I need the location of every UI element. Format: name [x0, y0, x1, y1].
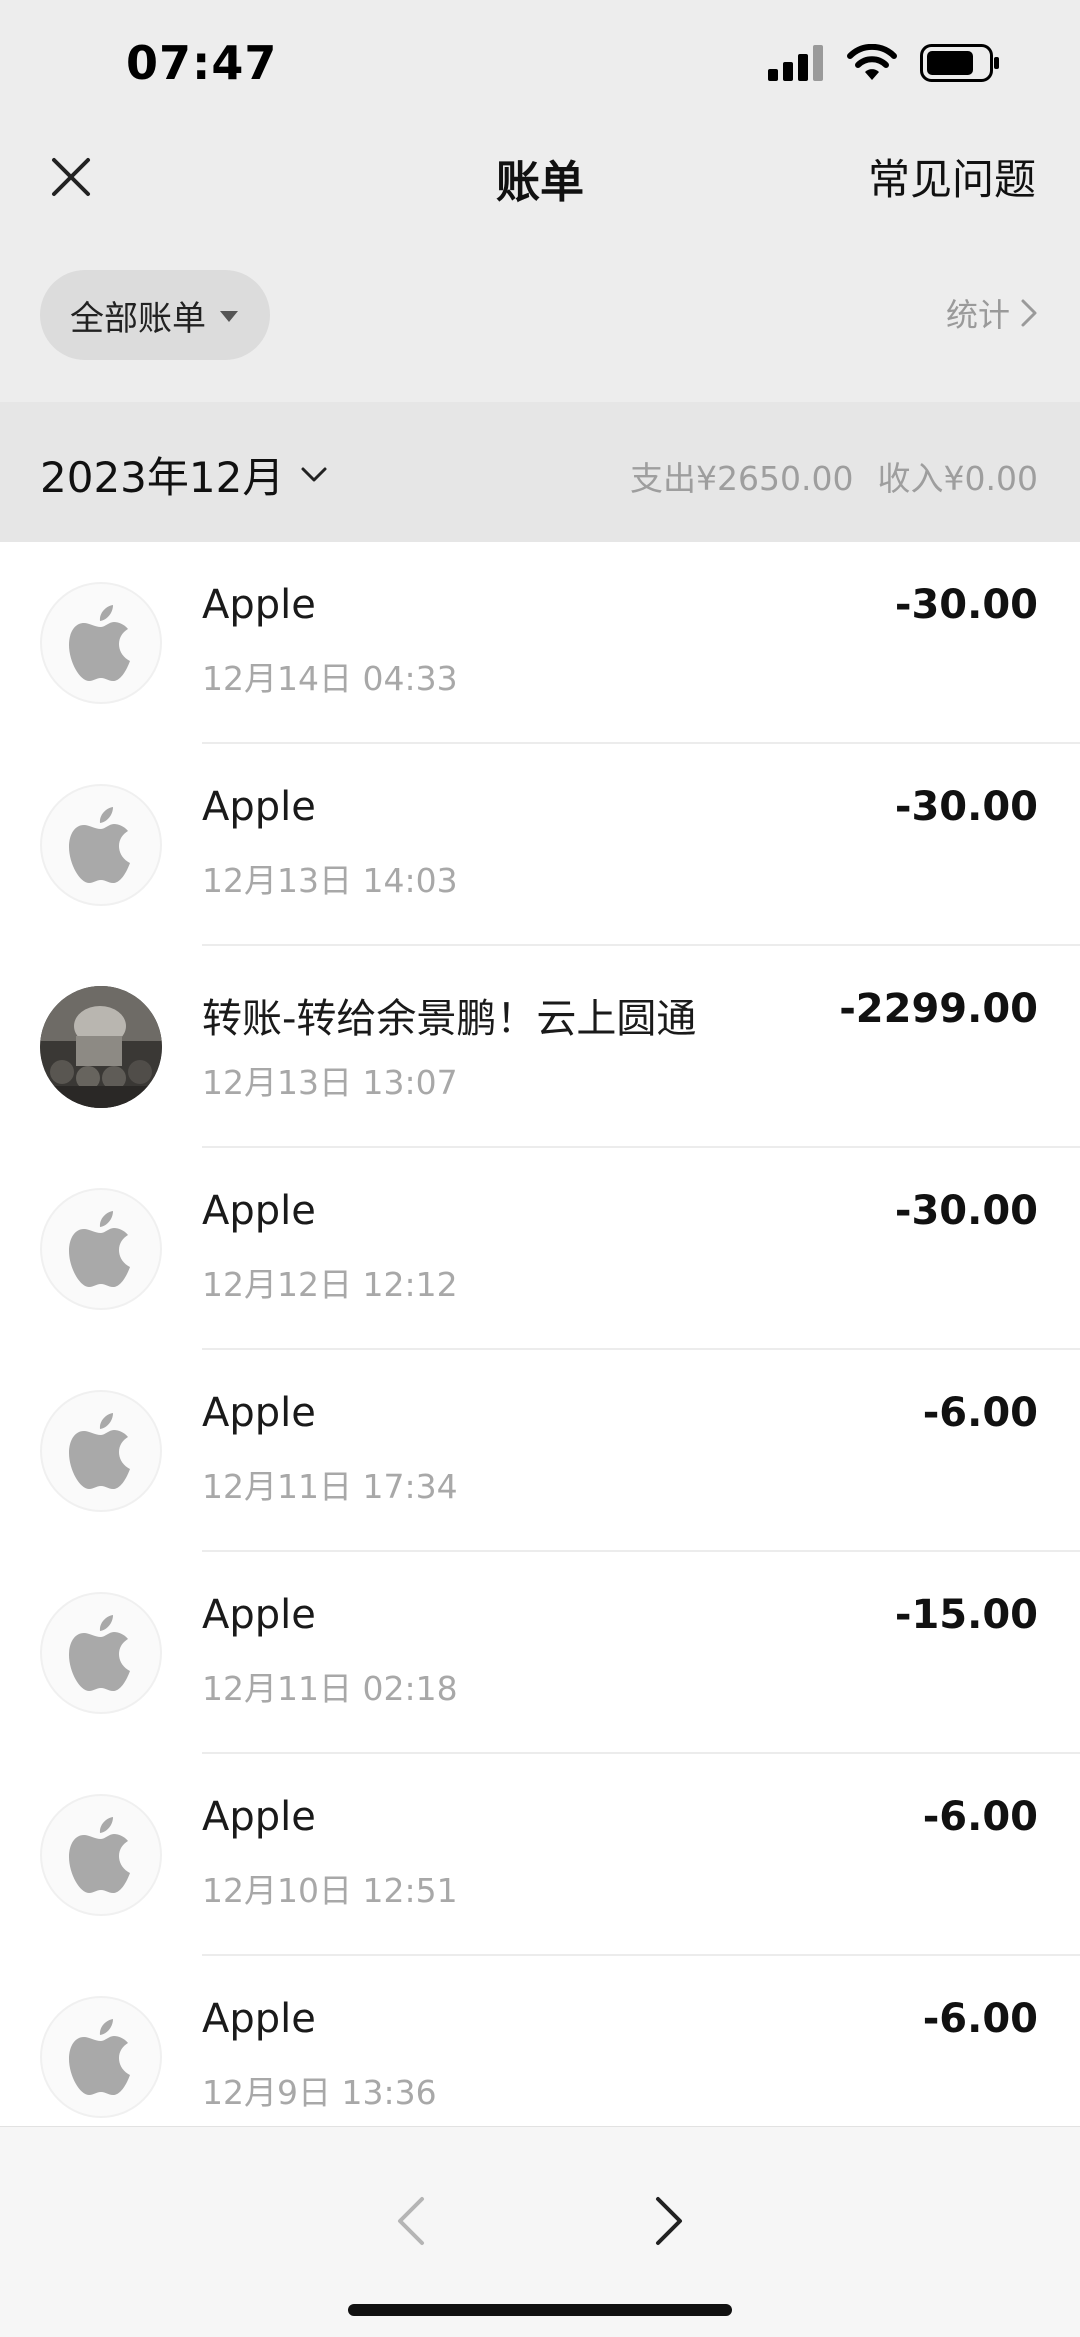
chevron-right-icon: [1021, 299, 1037, 327]
transaction-amount: -6.00: [922, 1996, 1038, 2042]
merchant-avatar: [40, 1794, 162, 1916]
income-total: 收入¥0.00: [877, 459, 1038, 498]
transaction-amount: -6.00: [922, 1390, 1038, 1436]
merchant-avatar: [40, 1996, 162, 2118]
contact-avatar: [40, 986, 162, 1108]
apple-icon: [69, 1413, 130, 1489]
apple-icon: [69, 1615, 130, 1691]
transaction-time: 12月11日 17:34: [202, 1467, 458, 1506]
back-button[interactable]: [386, 2181, 436, 2261]
home-indicator[interactable]: [348, 2304, 732, 2316]
transaction-amount: -6.00: [922, 1794, 1038, 1840]
apple-icon: [69, 605, 130, 681]
month-selector[interactable]: 2023年12月: [40, 444, 328, 505]
transaction-amount: -2299.00: [839, 986, 1038, 1032]
merchant-avatar: [40, 1188, 162, 1310]
chevron-right-icon: [656, 2197, 682, 2245]
forward-button[interactable]: [644, 2181, 694, 2261]
merchant-avatar: [40, 1390, 162, 1512]
transaction-amount: -30.00: [894, 784, 1038, 830]
status-time: 07:47: [126, 36, 278, 90]
transaction-row[interactable]: Apple 12月9日 13:36 -6.00: [0, 1956, 1080, 2126]
transaction-name: Apple: [202, 784, 316, 830]
transaction-name: Apple: [202, 1996, 316, 2042]
nav-bar: 账单 常见问题: [0, 126, 1080, 246]
transaction-list: Apple 12月14日 04:33 -30.00 Apple 12月13日 1…: [0, 542, 1080, 2126]
transaction-row[interactable]: Apple 12月13日 14:03 -30.00: [0, 744, 1080, 946]
wifi-icon: [846, 43, 898, 86]
merchant-avatar: [40, 582, 162, 704]
transaction-row[interactable]: Apple 12月11日 17:34 -6.00: [0, 1350, 1080, 1552]
transaction-time: 12月10日 12:51: [202, 1871, 458, 1910]
photo-avatar-image: [40, 986, 162, 1108]
chevron-left-icon: [398, 2197, 424, 2245]
transaction-time: 12月9日 13:36: [202, 2073, 437, 2112]
faq-link[interactable]: 常见问题: [868, 146, 1036, 207]
transaction-time: 12月14日 04:33: [202, 659, 458, 698]
transaction-time: 12月13日 13:07: [202, 1063, 458, 1102]
filter-row: 全部账单 统计: [0, 246, 1080, 402]
transaction-row[interactable]: Apple 12月10日 12:51 -6.00: [0, 1754, 1080, 1956]
transaction-amount: -30.00: [894, 582, 1038, 628]
status-bar: 07:47: [0, 0, 1080, 126]
stats-label: 统计: [945, 296, 1010, 334]
chevron-down-icon: [301, 467, 327, 481]
transaction-time: 12月12日 12:12: [202, 1265, 458, 1304]
transaction-row[interactable]: Apple 12月14日 04:33 -30.00: [0, 542, 1080, 744]
transaction-row[interactable]: Apple 12月12日 12:12 -30.00: [0, 1148, 1080, 1350]
bill-page: 07:47 账单 常见问题 全部账单 统计 2023年12月 支出¥2650.0…: [0, 0, 1080, 2337]
transaction-amount: -30.00: [894, 1188, 1038, 1234]
month-label: 2023年12月: [40, 453, 285, 502]
transaction-amount: -15.00: [894, 1592, 1038, 1638]
transaction-time: 12月11日 02:18: [202, 1669, 458, 1708]
transaction-time: 12月13日 14:03: [202, 861, 458, 900]
month-header: 2023年12月 支出¥2650.00 收入¥0.00: [0, 402, 1080, 542]
month-summary: 支出¥2650.00 收入¥0.00: [630, 452, 1038, 500]
transaction-row[interactable]: Apple 12月11日 02:18 -15.00: [0, 1552, 1080, 1754]
status-icons: [768, 40, 1000, 90]
apple-icon: [69, 807, 130, 883]
transaction-name: 转账-转给余景鹏！云上圆通: [202, 996, 697, 1042]
transaction-name: Apple: [202, 582, 316, 628]
apple-icon: [69, 1211, 130, 1287]
merchant-avatar: [40, 1592, 162, 1714]
caret-down-icon: [220, 310, 238, 322]
apple-icon: [69, 2019, 130, 2095]
transaction-name: Apple: [202, 1794, 316, 1840]
transaction-name: Apple: [202, 1390, 316, 1436]
merchant-avatar: [40, 784, 162, 906]
stats-link[interactable]: 统计: [946, 290, 1038, 336]
transaction-name: Apple: [202, 1592, 316, 1638]
transaction-row[interactable]: 转账-转给余景鹏！云上圆通 12月13日 13:07 -2299.00: [0, 946, 1080, 1148]
cellular-signal-icon: [768, 45, 824, 85]
bill-filter-dropdown[interactable]: 全部账单: [40, 270, 270, 360]
transaction-name: Apple: [202, 1188, 316, 1234]
battery-icon: [920, 44, 1000, 86]
filter-label: 全部账单: [70, 298, 206, 339]
bottom-toolbar: [0, 2126, 1080, 2337]
expense-total: 支出¥2650.00: [630, 459, 854, 498]
apple-icon: [69, 1817, 130, 1893]
